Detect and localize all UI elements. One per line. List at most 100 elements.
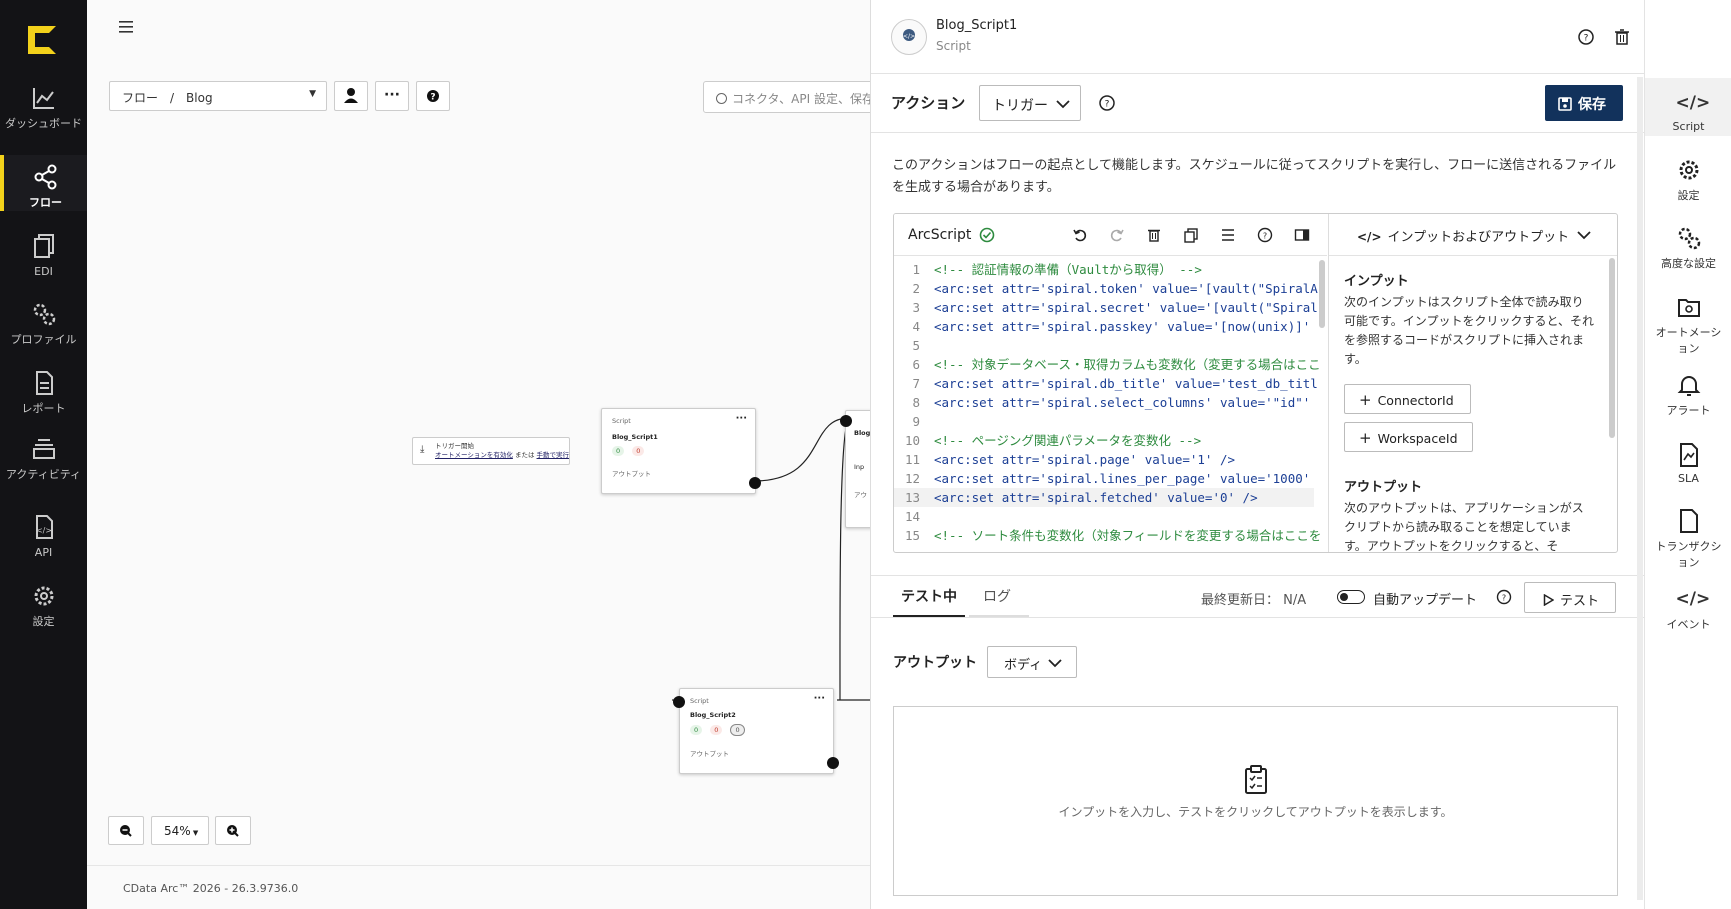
rail-item-alerts[interactable]: アラート <box>1645 372 1731 418</box>
zoom-in-icon <box>227 825 239 837</box>
redo-icon[interactable] <box>1109 227 1125 243</box>
code-line[interactable]: 14 <box>894 507 1314 526</box>
code-line[interactable]: 4 <arc:set attr='spiral.passkey' value='[… <box>894 317 1314 336</box>
svg-text:?: ? <box>1105 100 1110 110</box>
code-line[interactable]: 9 <box>894 412 1314 431</box>
nav-item-profile[interactable]: プロファイル <box>0 300 87 346</box>
rail-item-transactions[interactable]: トランザクション <box>1645 508 1731 570</box>
script-node-1[interactable]: Script ··· Blog_Script1 0 0 アウトプット <box>601 408 761 494</box>
help-circle-icon[interactable]: ? <box>1577 28 1595 46</box>
flow-canvas[interactable]: フロー / Blog ▼ ··· ? コネクタ、API 設定、保存 ⤓ トリガー… <box>87 0 870 909</box>
undo-icon[interactable] <box>1072 227 1088 243</box>
trash-icon[interactable] <box>1146 227 1162 243</box>
node-output-port[interactable] <box>827 757 839 769</box>
enable-automation-link[interactable]: オートメーションを有効化 <box>435 451 513 459</box>
node-more-icon[interactable]: ··· <box>814 693 825 704</box>
node-name: Blog_Script2 <box>690 711 736 719</box>
nav-item-report[interactable]: レポート <box>0 369 87 415</box>
panel-scrollbar[interactable] <box>1637 77 1643 900</box>
gear-icon <box>1679 160 1698 180</box>
test-button[interactable]: テスト <box>1524 582 1616 613</box>
input-description: 次のインプットはスクリプト全体で読み取り可能です。インプットをクリックすると、そ… <box>1344 295 1594 366</box>
script-node-2[interactable]: Script ··· Blog_Script2 0 0 0 アウトプット <box>673 688 839 774</box>
chevron-down-icon <box>1056 100 1070 109</box>
tab-testing[interactable]: テスト中 <box>893 580 965 617</box>
nav-label: API <box>34 546 53 559</box>
save-button[interactable]: 保存 <box>1545 85 1623 121</box>
line-number: 13 <box>904 490 920 505</box>
rail-item-script[interactable]: </> Script <box>1645 78 1731 136</box>
zoom-select[interactable]: 54% ▼ <box>151 816 209 845</box>
auto-update-toggle[interactable] <box>1337 590 1365 604</box>
help-circle-icon[interactable]: ? <box>1257 227 1273 243</box>
node-name: Blog_Script1 <box>612 433 658 441</box>
code-line[interactable]: 11 <arc:set attr='spiral.page' value='1' … <box>894 450 1314 469</box>
rail-item-advanced-settings[interactable]: 高度な設定 <box>1645 225 1731 271</box>
node-input-label: Inp <box>854 463 865 471</box>
rail-item-events[interactable]: </> イベント <box>1645 586 1731 632</box>
code-line[interactable]: 10 <!-- ページング関連パラメータを変数化 --> <box>894 431 1314 450</box>
help-circle-icon[interactable]: ? <box>1098 94 1116 112</box>
line-number: 4 <box>912 319 920 334</box>
output-format-select[interactable]: ボディ <box>987 646 1077 678</box>
code-line[interactable]: 7 <arc:set attr='spiral.db_title' value='… <box>894 374 1317 393</box>
code-area[interactable]: 1 <!-- 認証情報の準備（Vaultから取得） --> 2 <arc:set at… <box>894 260 1327 550</box>
flow-share-icon <box>34 164 56 190</box>
trash-icon[interactable] <box>1613 28 1631 46</box>
side-panel-icon[interactable] <box>1294 227 1310 243</box>
panel-subtitle: Script <box>936 39 971 53</box>
format-lines-icon[interactable] <box>1220 227 1236 243</box>
last-updated-label: 最終更新日： <box>1201 593 1280 608</box>
action-select[interactable]: トリガー <box>979 85 1081 121</box>
input-workspaceid-button[interactable]: + WorkspaceId <box>1344 422 1473 452</box>
node-more-icon[interactable]: ··· <box>736 413 747 424</box>
save-label: 保存 <box>1578 97 1606 113</box>
code-line[interactable]: 5 <box>894 336 1314 355</box>
input-connectorid-button[interactable]: + ConnectorId <box>1344 384 1471 414</box>
tab-log[interactable]: ログ <box>969 580 1029 617</box>
last-updated: 最終更新日： N/A <box>1201 589 1306 608</box>
zoom-in-button[interactable] <box>215 816 251 845</box>
zoom-level: 54% <box>164 824 191 838</box>
code-line[interactable]: 6 <!-- 対象データベース・取得カラムも変数化（変更する場合はここ <box>894 355 1320 374</box>
trigger-node[interactable]: ⤓ トリガー開始 オートメーションを有効化 または 手動で実行 <box>412 437 570 465</box>
node-input-port[interactable] <box>673 696 685 708</box>
nav-item-dashboard[interactable]: ダッシュボード <box>0 84 87 130</box>
nav-label: EDI <box>34 265 53 278</box>
run-manually-link[interactable]: 手動で実行 <box>537 451 570 459</box>
chart-line-icon <box>32 88 54 109</box>
copy-icon[interactable] <box>1183 227 1199 243</box>
io-scrollbar[interactable] <box>1609 258 1615 438</box>
code-line[interactable]: 12 <arc:set attr='spiral.lines_per_page' … <box>894 469 1314 488</box>
code-line[interactable]: 3 <arc:set attr='spiral.secret' value='[v… <box>894 298 1317 317</box>
nav-item-api[interactable]: </> API <box>0 513 87 559</box>
toggle-knob <box>1340 592 1348 601</box>
help-circle-icon[interactable]: ? <box>1496 589 1512 605</box>
code-line[interactable]: 2 <arc:set attr='spiral.token' value='[va… <box>894 279 1317 298</box>
script-node-3[interactable]: Blog Inp アウ <box>840 410 870 528</box>
nav-item-settings[interactable]: 設定 <box>0 582 87 628</box>
svg-text:?: ? <box>1263 232 1267 241</box>
code-line[interactable]: 8 <arc:set attr='spiral.select_columns' v… <box>894 393 1314 412</box>
nav-item-edi[interactable]: EDI <box>0 232 87 278</box>
automation-folder-icon <box>1677 299 1700 317</box>
code-line[interactable]: 1 <!-- 認証情報の準備（Vaultから取得） --> <box>894 260 1314 279</box>
code-scrollbar[interactable] <box>1319 260 1325 328</box>
node-output-port[interactable] <box>749 477 761 489</box>
nav-item-flow[interactable]: フロー <box>0 155 87 211</box>
io-header[interactable]: </> インプットおよびアウトプット <box>1329 214 1617 256</box>
rail-item-sla[interactable]: SLA <box>1645 442 1731 485</box>
code-line[interactable]: 15 <!-- ソート条件も変数化（対象フィールドを変更する場合はここを <box>894 526 1321 545</box>
footer-version: CData Arc™ 2026 - 26.3.9736.0 <box>123 882 299 895</box>
nav-item-activity[interactable]: アクティビティ <box>0 435 87 481</box>
report-icon <box>35 371 53 395</box>
code-line[interactable]: 13 <arc:set attr='spiral.fetched' value='… <box>894 488 1314 507</box>
rail-item-settings[interactable]: 設定 <box>1645 157 1731 203</box>
node-input-port[interactable] <box>840 415 852 427</box>
rail-item-automation[interactable]: オートメーション <box>1645 294 1731 356</box>
zoom-out-button[interactable] <box>108 816 144 845</box>
output-area: インプットを入力し、テストをクリックしてアウトプットを表示します。 <box>893 706 1618 896</box>
code-text: <arc:set attr='spiral.select_columns' va… <box>934 395 1311 410</box>
io-header-label: インプットおよびアウトプット <box>1387 230 1570 245</box>
cdata-logo[interactable] <box>28 26 56 54</box>
